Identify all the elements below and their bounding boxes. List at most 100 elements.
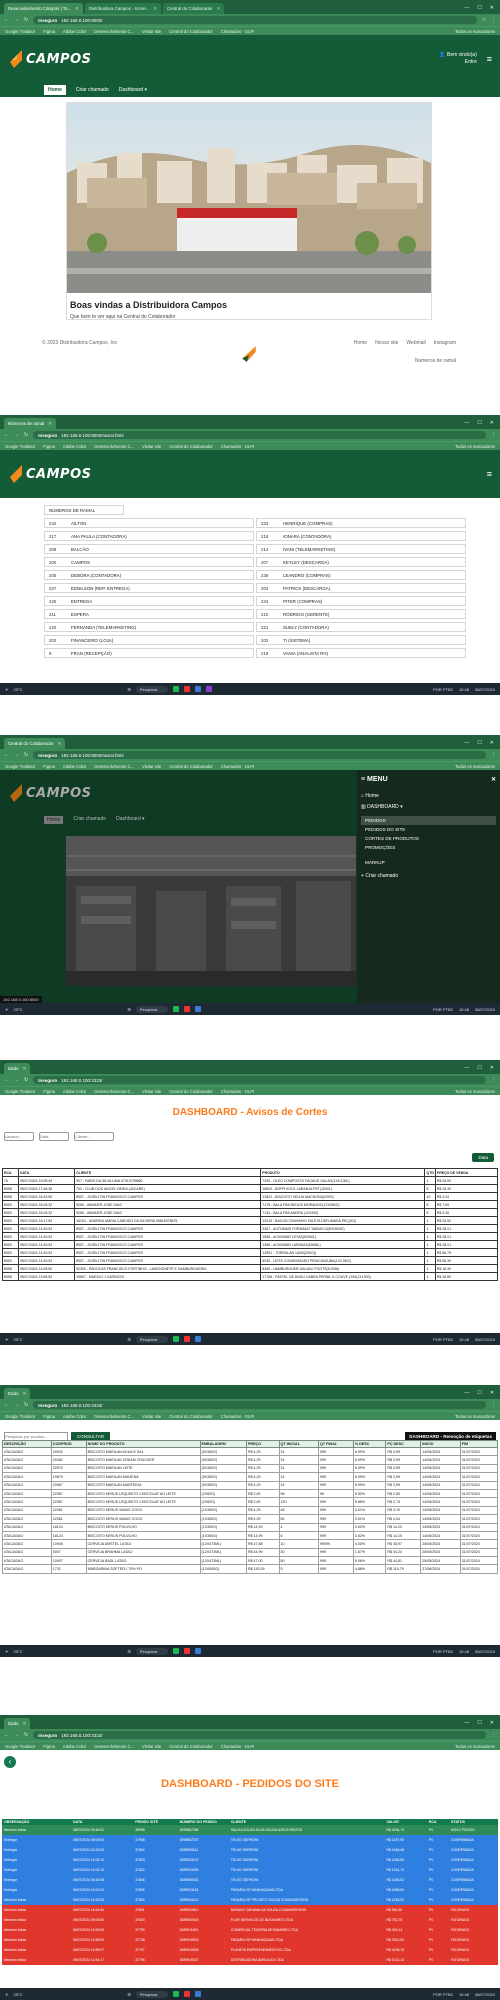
table-row[interactable]: 8953 08/07/2024 16:17:54 16104 - ANDREIA M…: [1, 1216, 499, 1225]
footer-link-site[interactable]: Nosso site: [375, 340, 398, 346]
table-row[interactable]: ATACADAO 1732 MARGARINA SOFTEFLI 75% PO (12…: [2, 1564, 499, 1574]
menu-icon[interactable]: ⋮: [491, 1077, 496, 1083]
close-icon[interactable]: ✕: [491, 776, 496, 783]
back-icon[interactable]: ←: [4, 1732, 9, 1738]
column-header[interactable]: QTD: [424, 1168, 436, 1177]
chrome-icon[interactable]: [183, 1006, 190, 1012]
chrome-icon[interactable]: [183, 1648, 190, 1654]
close-icon[interactable]: ✕: [490, 1065, 494, 1071]
bookmark[interactable]: Google Tradutor: [5, 444, 35, 449]
table-row[interactable]: ATACADAO 20482 BISCOITO MARILAN CREAM CRAC…: [2, 1455, 499, 1465]
menu-item-promocoes[interactable]: PROMOÇÕES: [361, 843, 496, 852]
table-row[interactable]: ATACADAO 18124 BISCOITO KERUS POLVILHO (1X3…: [2, 1522, 499, 1532]
table-row[interactable]: 8953 08/07/2024 14:40:03 8957 - JOSELTON F…: [1, 1256, 499, 1265]
close-icon[interactable]: ✕: [490, 420, 494, 426]
language-indicator[interactable]: POR PTB2: [433, 687, 453, 692]
clock-date[interactable]: 08/07/2024: [475, 1649, 495, 1654]
table-row[interactable]: 76 08/07/2024 10:05:49 307 - FABIO DA SILV…: [1, 1176, 499, 1185]
all-bookmarks[interactable]: Todos os marcadores: [455, 1744, 495, 1749]
nav-criar-chamado[interactable]: Criar chamado: [73, 816, 106, 824]
bookmark[interactable]: Chamados - GLPI: [221, 1414, 255, 1419]
language-indicator[interactable]: POR PTB2: [433, 1337, 453, 1342]
vscode-icon[interactable]: [194, 686, 201, 692]
bookmark[interactable]: Figma: [43, 764, 55, 769]
table-row[interactable]: 8958 08/07/2024 14:09:00 52309 - PADOCAS F…: [1, 1264, 499, 1273]
bookmark[interactable]: Adobe Color: [63, 444, 86, 449]
reload-icon[interactable]: ↻: [24, 1732, 28, 1738]
table-row[interactable]: 8953 08/07/2024 16:25:32 5259 - WANDER JOS…: [1, 1208, 499, 1217]
campos-logo[interactable]: CAMPOS: [8, 463, 91, 485]
bookmark[interactable]: Figma: [43, 29, 55, 34]
bookmark[interactable]: Visitar site: [142, 1089, 161, 1094]
order-row[interactable]: Entregar 08/07/2024 08:09:03 37908 30998872…: [2, 1835, 498, 1845]
window-controls[interactable]: — ☐ ✕: [458, 1720, 500, 1729]
menu-icon[interactable]: ⋮: [491, 432, 496, 438]
taskbar-search[interactable]: Pesquisar: [135, 1005, 168, 1013]
bookmark[interactable]: Google Tradutor: [5, 1089, 35, 1094]
nav-home[interactable]: Home: [44, 85, 66, 95]
bookmark[interactable]: Chamados - GLPI: [221, 29, 255, 34]
bookmark[interactable]: Visitar site: [142, 29, 161, 34]
bookmark[interactable]: Figma: [43, 1744, 55, 1749]
all-bookmarks[interactable]: Todos os marcadores: [455, 1414, 495, 1419]
window-controls[interactable]: — ☐ ✕: [458, 1065, 500, 1074]
order-row[interactable]: Entregar 06/07/2024 14:02:14 37802 30899330…: [2, 1865, 498, 1875]
windows-start-icon[interactable]: ⊞: [128, 687, 131, 692]
bookmark[interactable]: Central do Colaborador: [169, 764, 213, 769]
menu-item-cortes[interactable]: CORTES DE PRODUTOS: [361, 834, 496, 843]
nav-dashboard[interactable]: Dashboard ▾: [116, 816, 144, 824]
clock-time[interactable]: 10:48: [459, 1007, 469, 1012]
menu-icon[interactable]: ⋮: [491, 17, 496, 23]
bookmark[interactable]: Central do Colaborador: [169, 1744, 213, 1749]
back-icon[interactable]: ←: [4, 1402, 9, 1408]
minimize-icon[interactable]: —: [464, 5, 469, 11]
browser-tab[interactable]: Distribuidora Campos - Icone... ✕: [84, 3, 161, 14]
reload-icon[interactable]: ↻: [24, 1402, 28, 1408]
url-field[interactable]: Inseguro 192.168.0.100:8000/ramal.html: [33, 431, 486, 439]
filter-button[interactable]: Data: [472, 1153, 494, 1162]
maximize-icon[interactable]: ☐: [477, 740, 481, 746]
forward-icon[interactable]: →: [14, 432, 19, 438]
order-row[interactable]: Nenhum bolsa 05/07/2024 09:09:00 37800 3089…: [2, 1915, 498, 1925]
bookmark[interactable]: Google Tradutor: [5, 1744, 35, 1749]
bookmark[interactable]: Central do Colaborador: [169, 29, 213, 34]
minimize-icon[interactable]: —: [464, 740, 469, 746]
window-controls[interactable]: — ☐ ✕: [458, 5, 500, 14]
bookmark[interactable]: Desenvolvimento C...: [94, 444, 134, 449]
bookmark[interactable]: Adobe Color: [63, 1744, 86, 1749]
nav-criar-chamado[interactable]: Criar chamado: [76, 87, 109, 93]
filter-cliente[interactable]: [74, 1132, 114, 1141]
browser-tab[interactable]: Dado ✕: [4, 1063, 31, 1074]
menu-item-pedidos[interactable]: PEDIDOS: [361, 816, 496, 825]
bookmark[interactable]: Figma: [43, 444, 55, 449]
campos-logo[interactable]: CAMPOS: [8, 782, 91, 804]
order-row[interactable]: Entregar 05/07/2024 22:02:24 37805 30899231…: [2, 1885, 498, 1895]
order-row[interactable]: Nenhum bolsa 05/07/2024 13:59:07 37797 3089…: [2, 1945, 498, 1955]
spotify-icon[interactable]: [172, 1991, 179, 1997]
vscode-icon[interactable]: [194, 1336, 201, 1342]
column-header[interactable]: PREÇO DE VENDA: [434, 1168, 499, 1177]
column-header[interactable]: PÇ DESC: [385, 1440, 422, 1448]
order-row[interactable]: Nenhum bolsa 05/07/2024 18:44:50 37801 3089…: [2, 1905, 498, 1915]
forward-icon[interactable]: →: [14, 752, 19, 758]
order-row[interactable]: Nenhum bolsa 05/07/2024 14:00:05 37799 3089…: [2, 1925, 498, 1935]
bookmark[interactable]: Google Tradutor: [5, 764, 35, 769]
menu-criar-chamado[interactable]: + Criar chamado: [361, 873, 496, 879]
url-field[interactable]: Inseguro 192.168.0.100:3333/: [33, 1731, 486, 1739]
table-row[interactable]: ATACADAO 22367 BISCOITO KERUS LEQUISITO CH…: [2, 1488, 499, 1499]
windows-start-icon[interactable]: ⊞: [128, 1649, 131, 1654]
bookmark[interactable]: Desenvolvimento C...: [94, 29, 134, 34]
order-row[interactable]: Entregar 06/07/2024 22:23:05 37804 30899933…: [2, 1845, 498, 1855]
bookmark[interactable]: Desenvolvimento C...: [94, 1744, 134, 1749]
column-header[interactable]: PREÇO: [245, 1440, 280, 1448]
maximize-icon[interactable]: ☐: [477, 1720, 481, 1726]
close-icon[interactable]: ✕: [490, 740, 494, 746]
back-icon[interactable]: ←: [4, 752, 9, 758]
column-header[interactable]: FIM: [459, 1440, 499, 1448]
column-header[interactable]: DESCRIÇÃO: [2, 1440, 52, 1448]
footer-link-home[interactable]: Home: [354, 340, 367, 346]
table-row[interactable]: ATACADAO 18124 BISCOITO KERUS POLVILHO (1X3…: [2, 1530, 499, 1541]
forward-icon[interactable]: →: [14, 1402, 19, 1408]
nav-dashboard[interactable]: Dashboard ▾: [119, 87, 147, 93]
bookmark[interactable]: Adobe Color: [63, 29, 86, 34]
